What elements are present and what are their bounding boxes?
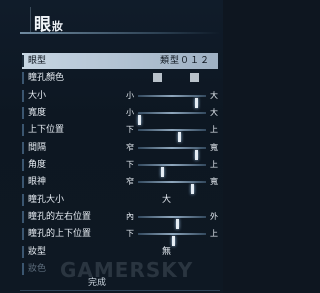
slider-track[interactable] bbox=[138, 164, 206, 178]
menu-item-vertical-position[interactable]: 上下位置 下 上 bbox=[22, 122, 218, 143]
angle-slider[interactable]: 下 上 bbox=[126, 157, 218, 178]
eye-type-value: 類型０１２ bbox=[159, 56, 210, 66]
slider-max-label: 寬 bbox=[210, 177, 218, 187]
slider-max-label: 大 bbox=[210, 108, 218, 118]
menu-item-label: 瞳孔的上下位置 bbox=[28, 229, 92, 240]
menu-item-label: 眼型 bbox=[28, 56, 47, 66]
slider-track[interactable] bbox=[138, 94, 206, 108]
slider-max-label: 寬 bbox=[210, 142, 218, 152]
slider-track[interactable] bbox=[138, 233, 206, 247]
title-underline bbox=[20, 32, 220, 34]
menu-item-label: 妝色 bbox=[28, 264, 47, 275]
pupil-color-swatch-right[interactable] bbox=[190, 73, 199, 83]
menu-item-pupil-horizontal[interactable]: 瞳孔的左右位置 內 外 bbox=[22, 209, 218, 230]
slider-min-label: 內 bbox=[126, 212, 134, 222]
pupil-vertical-slider[interactable]: 下 上 bbox=[126, 226, 218, 247]
menu-list: 眼型 類型０１２ 瞳孔顏色 大小 小 大 寬度 小 大 上下位置 下 上 間隔 … bbox=[22, 53, 218, 278]
slider-track[interactable] bbox=[138, 129, 206, 143]
menu-item-expression[interactable]: 眼神 窄 寬 bbox=[22, 174, 218, 195]
slider-min-label: 下 bbox=[126, 160, 134, 170]
slider-min-label: 窄 bbox=[126, 177, 134, 187]
expression-slider[interactable]: 窄 寬 bbox=[126, 174, 218, 195]
slider-track[interactable] bbox=[138, 181, 206, 195]
slider-max-label: 大 bbox=[210, 90, 218, 100]
spacing-slider[interactable]: 窄 寬 bbox=[126, 140, 218, 160]
complete-button[interactable]: 完成 bbox=[22, 276, 172, 290]
slider-max-label: 上 bbox=[210, 229, 218, 239]
pupil-horizontal-slider[interactable]: 內 外 bbox=[126, 209, 218, 230]
menu-item-width[interactable]: 寬度 小 大 bbox=[22, 105, 218, 126]
menu-item-label: 上下位置 bbox=[28, 125, 65, 136]
slider-min-label: 小 bbox=[126, 108, 134, 118]
vertical-position-slider[interactable]: 下 上 bbox=[126, 122, 218, 143]
character-creation-panel: 眼妝 眼型 類型０１２ 瞳孔顏色 大小 小 大 寬度 小 大 上下位置 下 上 … bbox=[0, 0, 223, 293]
menu-item-label: 角度 bbox=[28, 160, 47, 171]
size-slider[interactable]: 小 大 bbox=[126, 88, 218, 108]
bottom-divider bbox=[20, 290, 220, 291]
pupil-size-value: 大 bbox=[162, 194, 172, 205]
menu-item-label: 大小 bbox=[28, 90, 47, 101]
slider-max-label: 外 bbox=[210, 212, 218, 222]
menu-item-label: 妝型 bbox=[28, 246, 47, 257]
slider-track[interactable] bbox=[138, 112, 206, 126]
menu-item-label: 間隔 bbox=[28, 142, 47, 153]
header: 眼妝 bbox=[0, 0, 223, 44]
menu-item-label: 瞳孔的左右位置 bbox=[28, 212, 92, 223]
menu-item-pupil-color[interactable]: 瞳孔顏色 bbox=[22, 70, 218, 86]
menu-item-label: 瞳孔大小 bbox=[28, 194, 65, 205]
slider-max-label: 上 bbox=[210, 125, 218, 135]
menu-item-pupil-vertical[interactable]: 瞳孔的上下位置 下 上 bbox=[22, 226, 218, 247]
slider-min-label: 下 bbox=[126, 229, 134, 239]
slider-max-label: 上 bbox=[210, 160, 218, 170]
width-slider[interactable]: 小 大 bbox=[126, 105, 218, 126]
slider-track[interactable] bbox=[138, 216, 206, 230]
pupil-color-swatch-left[interactable] bbox=[153, 73, 162, 83]
slider-track[interactable] bbox=[138, 146, 206, 160]
slider-min-label: 下 bbox=[126, 125, 134, 135]
menu-item-size[interactable]: 大小 小 大 bbox=[22, 88, 218, 108]
menu-item-label: 眼神 bbox=[28, 177, 47, 188]
slider-min-label: 窄 bbox=[126, 142, 134, 152]
menu-item-label: 瞳孔顏色 bbox=[28, 73, 65, 84]
menu-item-pupil-size[interactable]: 瞳孔大小 大 bbox=[22, 192, 218, 208]
menu-item-spacing[interactable]: 間隔 窄 寬 bbox=[22, 140, 218, 160]
menu-item-label: 寬度 bbox=[28, 108, 47, 119]
slider-min-label: 小 bbox=[126, 90, 134, 100]
menu-item-angle[interactable]: 角度 下 上 bbox=[22, 157, 218, 178]
menu-item-eye-type[interactable]: 眼型 類型０１２ bbox=[22, 53, 218, 69]
